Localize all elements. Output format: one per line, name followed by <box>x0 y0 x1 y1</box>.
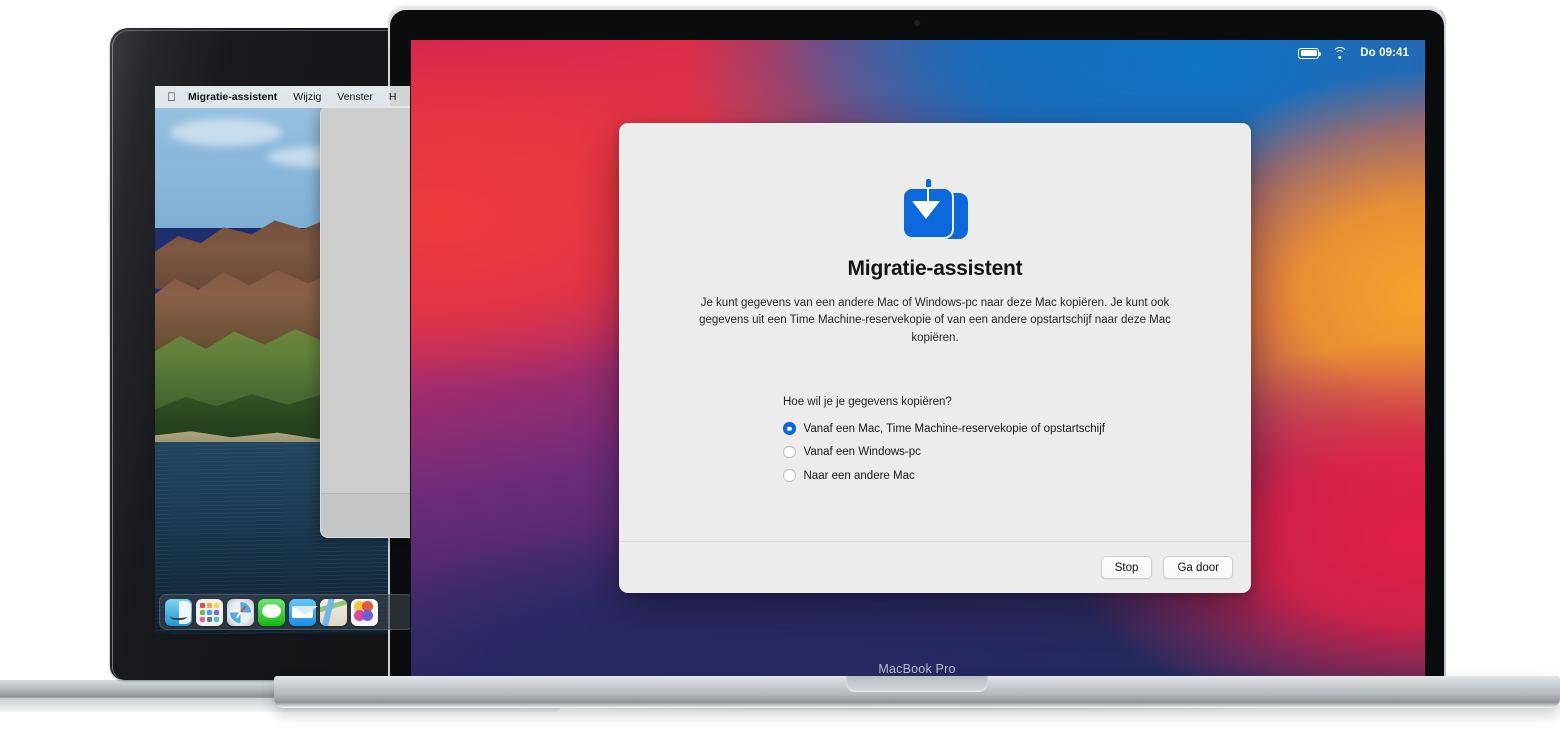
menu-item-wijzig[interactable]: Wijzig <box>293 91 321 103</box>
radio-button[interactable] <box>783 446 796 459</box>
front-laptop-bezel: Do 09:41 Migratie-assi <box>390 10 1444 676</box>
menu-item-app[interactable]: Migratie-assistent <box>188 91 277 103</box>
copy-method-radio-group[interactable]: Vanaf een Mac, Time Machine-reservekopie… <box>783 422 1105 482</box>
dock-item-finder[interactable] <box>165 599 192 626</box>
rear-laptop-screen:  Migratie-assistent Wijzig Venster H <box>155 86 410 634</box>
webcam-icon <box>915 21 919 25</box>
menu-bar-clock[interactable]: Do 09:41 <box>1360 47 1409 59</box>
menu-item-venster[interactable]: Venster <box>337 91 373 103</box>
migration-assistant-dialog: Migratie-assistent Je kunt gegevens van … <box>619 123 1251 593</box>
rear-dialog-window[interactable] <box>320 106 410 538</box>
screenshot-stage:  Migratie-assistent Wijzig Venster H <box>0 0 1560 750</box>
radio-option-from-mac[interactable]: Vanaf een Mac, Time Machine-reservekopie… <box>783 422 1105 435</box>
dock-item-launchpad[interactable] <box>196 599 223 626</box>
radio-option-label: Naar een andere Mac <box>804 470 915 482</box>
device-model-label: MacBook Pro <box>878 662 955 676</box>
rear-menu-bar[interactable]:  Migratie-assistent Wijzig Venster H <box>155 86 410 108</box>
dock-item-messages[interactable] <box>258 599 285 626</box>
front-macbook: Do 09:41 Migratie-assi <box>388 0 1446 750</box>
wifi-icon[interactable] <box>1332 47 1347 59</box>
migration-assistant-icon <box>902 179 968 241</box>
front-laptop-base <box>274 676 1560 708</box>
rear-dialog-footer <box>321 493 410 537</box>
menu-item-help[interactable]: H <box>389 91 397 103</box>
rear-laptop-lid:  Migratie-assistent Wijzig Venster H <box>110 28 410 680</box>
radio-option-label: Vanaf een Windows-pc <box>804 446 921 458</box>
rear-macbook:  Migratie-assistent Wijzig Venster H <box>110 28 410 700</box>
continue-button[interactable]: Ga door <box>1163 556 1233 579</box>
dock-item-maps[interactable] <box>320 599 347 626</box>
menu-bar: Do 09:41 <box>411 40 1425 66</box>
radio-button-selected[interactable] <box>783 422 796 435</box>
dialog-description: Je kunt gegevens van een andere Mac of W… <box>686 295 1184 347</box>
wallpaper-cloud <box>170 119 282 146</box>
dialog-footer: Stop Ga door <box>619 541 1251 593</box>
dock[interactable] <box>159 594 410 630</box>
radio-option-from-windows-pc[interactable]: Vanaf een Windows-pc <box>783 446 1105 459</box>
cancel-button[interactable]: Stop <box>1101 556 1153 579</box>
dialog-question-label: Hoe wil je je gegevens kopiëren? <box>783 396 952 408</box>
dock-item-safari[interactable] <box>227 599 254 626</box>
battery-icon[interactable] <box>1298 48 1319 59</box>
front-laptop-screen: Do 09:41 Migratie-assi <box>411 40 1425 678</box>
radio-option-label: Vanaf een Mac, Time Machine-reservekopie… <box>804 423 1105 435</box>
dock-item-mail[interactable] <box>289 599 316 626</box>
apple-menu-icon[interactable]:  <box>167 91 176 103</box>
dialog-title: Migratie-assistent <box>848 257 1023 281</box>
front-laptop-lid: Do 09:41 Migratie-assi <box>388 4 1446 678</box>
radio-option-to-another-mac[interactable]: Naar een andere Mac <box>783 469 1105 482</box>
radio-button[interactable] <box>783 469 796 482</box>
dialog-body: Migratie-assistent Je kunt gegevens van … <box>619 123 1251 541</box>
dock-item-photos[interactable] <box>351 599 378 626</box>
